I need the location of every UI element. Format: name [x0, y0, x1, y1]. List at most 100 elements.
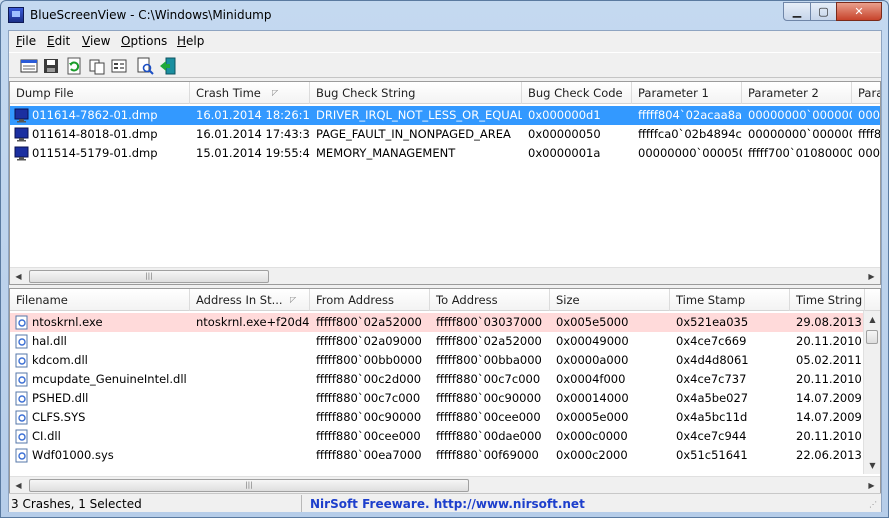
driver-row[interactable]: kdcom.dll fffff800`00bb0000 fffff800`00b…: [10, 351, 880, 370]
resize-grip-icon[interactable]: ⋰: [869, 500, 879, 510]
driver-list-horizontal-scrollbar[interactable]: ◀ ||| ▶: [10, 476, 880, 493]
cell-time-stamp: 0x4ce7c944: [676, 429, 747, 443]
cell-to-address: fffff880`00c90000: [436, 391, 542, 405]
properties-button[interactable]: [110, 57, 128, 75]
cell-from-address: fffff880`00cee000: [316, 429, 421, 443]
cell-time-string: 05.02.2011 18...: [796, 353, 865, 367]
refresh-icon: [67, 57, 81, 75]
html-report-button[interactable]: [20, 57, 38, 75]
cell-time-stamp: 0x51c51641: [676, 448, 748, 462]
scroll-right-icon[interactable]: ▶: [863, 268, 880, 284]
vertical-scrollbar-thumb[interactable]: [866, 330, 878, 344]
menu-file[interactable]: File: [16, 34, 36, 48]
crash-row[interactable]: 011514-5179-01.dmp 15.01.2014 19:55:46 M…: [10, 144, 880, 163]
refresh-button[interactable]: [65, 57, 83, 75]
column-header-address-in-stack[interactable]: Address In St... ◸: [190, 289, 310, 311]
find-icon: [137, 57, 154, 75]
cell-from-address: fffff800`02a09000: [316, 334, 422, 348]
driver-list[interactable]: Filename Address In St... ◸ From Address …: [9, 288, 881, 494]
driver-row[interactable]: mcupdate_GenuineIntel.dll fffff880`00c2d…: [10, 370, 880, 389]
column-header-parameter-2[interactable]: Parameter 2: [742, 82, 852, 104]
cell-from-address: fffff800`02a52000: [316, 315, 422, 329]
cell-to-address: fffff880`00dae000: [436, 429, 542, 443]
cell-size: 0x00049000: [556, 334, 629, 348]
cell-filename: PSHED.dll: [32, 391, 89, 405]
driver-row[interactable]: PSHED.dll fffff880`00c7c000 fffff880`00c…: [10, 389, 880, 408]
copy-button[interactable]: [88, 57, 106, 75]
column-header-filename[interactable]: Filename: [10, 289, 190, 311]
column-header-parameter-1[interactable]: Parameter 1: [632, 82, 742, 104]
column-header-time-string[interactable]: Time String: [790, 289, 865, 311]
scroll-right-icon[interactable]: ▶: [863, 477, 880, 493]
crash-row[interactable]: 011614-7862-01.dmp 16.01.2014 18:26:17 D…: [10, 106, 880, 125]
cell-size: 0x00014000: [556, 391, 629, 405]
scroll-left-icon[interactable]: ◀: [10, 268, 27, 284]
driver-row[interactable]: CLFS.SYS fffff880`00c90000 fffff880`00ce…: [10, 408, 880, 427]
nirsoft-link[interactable]: NirSoft Freeware. http://www.nirsoft.net: [310, 497, 585, 511]
scroll-up-icon[interactable]: ▲: [864, 311, 880, 328]
title-bar[interactable]: BlueScreenView - C:\Windows\Minidump ▁ ▢…: [1, 1, 888, 29]
client-area: File Edit View Options Help Dump File Cr…: [8, 30, 882, 512]
minimize-button[interactable]: ▁: [783, 2, 811, 21]
cell-time-stamp: 0x4d4d8061: [676, 353, 749, 367]
column-header-to-address[interactable]: To Address: [430, 289, 550, 311]
driver-row[interactable]: ntoskrnl.exe ntoskrnl.exe+f20d4 fffff800…: [10, 313, 880, 332]
cell-address-in-stack: [190, 389, 310, 408]
column-header-size[interactable]: Size: [550, 289, 670, 311]
column-header-time-stamp[interactable]: Time Stamp: [670, 289, 790, 311]
cell-to-address: fffff800`03037000: [436, 315, 543, 329]
column-header-crash-time[interactable]: Crash Time ◸: [190, 82, 310, 104]
crash-row[interactable]: 011614-8018-01.dmp 16.01.2014 17:43:32 P…: [10, 125, 880, 144]
maximize-button[interactable]: ▢: [810, 2, 837, 21]
driver-list-vertical-scrollbar[interactable]: ▲ ▼: [863, 311, 880, 474]
cell-size: 0x0000a000: [556, 353, 629, 367]
cell-parameter-3: 0000: [858, 146, 880, 160]
cell-time-stamp: 0x4a5be027: [676, 391, 749, 405]
cell-crash-time: 16.01.2014 17:43:32: [196, 127, 310, 141]
cell-time-stamp: 0x521ea035: [676, 315, 749, 329]
menu-help[interactable]: Help: [177, 34, 204, 48]
scrollbar-thumb[interactable]: |||: [29, 270, 269, 283]
menu-options[interactable]: Options: [121, 34, 167, 48]
copy-icon: [89, 59, 105, 75]
cell-address-in-stack: ntoskrnl.exe+f20d4: [196, 315, 310, 329]
cell-from-address: fffff880`00c7c000: [316, 391, 421, 405]
column-header-bug-check-code[interactable]: Bug Check Code: [522, 82, 632, 104]
column-header-dump-file[interactable]: Dump File: [10, 82, 190, 104]
cell-from-address: fffff880`00ea7000: [316, 448, 422, 462]
find-button[interactable]: [136, 57, 154, 75]
column-header-bug-check-string[interactable]: Bug Check String: [310, 82, 522, 104]
driver-row[interactable]: CI.dll fffff880`00cee000 fffff880`00dae0…: [10, 427, 880, 446]
bluescreenview-app-icon[interactable]: [8, 7, 24, 23]
menu-edit[interactable]: Edit: [47, 34, 70, 48]
driver-row[interactable]: Wdf01000.sys fffff880`00ea7000 fffff880`…: [10, 446, 880, 465]
cell-size: 0x0004f000: [556, 372, 626, 386]
cell-time-string: 22.06.2013 15...: [796, 448, 865, 462]
driver-list-header: Filename Address In St... ◸ From Address …: [10, 289, 880, 311]
cell-time-stamp: 0x4ce7c669: [676, 334, 747, 348]
scroll-down-icon[interactable]: ▼: [864, 457, 880, 474]
scroll-left-icon[interactable]: ◀: [10, 477, 27, 493]
close-icon: ✕: [854, 5, 864, 18]
menu-view[interactable]: View: [82, 34, 110, 48]
cell-time-string: 20.11.2010 15...: [796, 429, 865, 443]
cell-parameter-1: fffffca0`02b4894c: [638, 127, 742, 141]
column-header-from-address[interactable]: From Address: [310, 289, 430, 311]
close-button[interactable]: ✕: [836, 2, 882, 21]
cell-parameter-3: ffff8: [858, 127, 881, 141]
save-button[interactable]: [42, 57, 60, 75]
cell-bug-check-string: MEMORY_MANAGEMENT: [316, 146, 456, 160]
exit-button[interactable]: [159, 57, 177, 75]
crash-list-horizontal-scrollbar[interactable]: ◀ ||| ▶: [10, 267, 880, 284]
cell-time-string: 14.07.2009 3:...: [796, 410, 865, 424]
cell-bug-check-code: 0x00000050: [528, 127, 601, 141]
scrollbar-thumb[interactable]: |||: [29, 479, 469, 492]
cell-to-address: fffff800`02a52000: [436, 334, 542, 348]
column-header-parameter-3[interactable]: Parame: [852, 82, 880, 104]
maximize-icon: ▢: [818, 5, 829, 18]
status-separator: [301, 495, 302, 512]
crash-list[interactable]: Dump File Crash Time ◸ Bug Check String B…: [9, 81, 881, 285]
cell-time-stamp: 0x4ce7c737: [676, 372, 747, 386]
driver-row[interactable]: hal.dll fffff800`02a09000 fffff800`02a52…: [10, 332, 880, 351]
cell-parameter-2: 00000000`000000...: [748, 127, 852, 141]
